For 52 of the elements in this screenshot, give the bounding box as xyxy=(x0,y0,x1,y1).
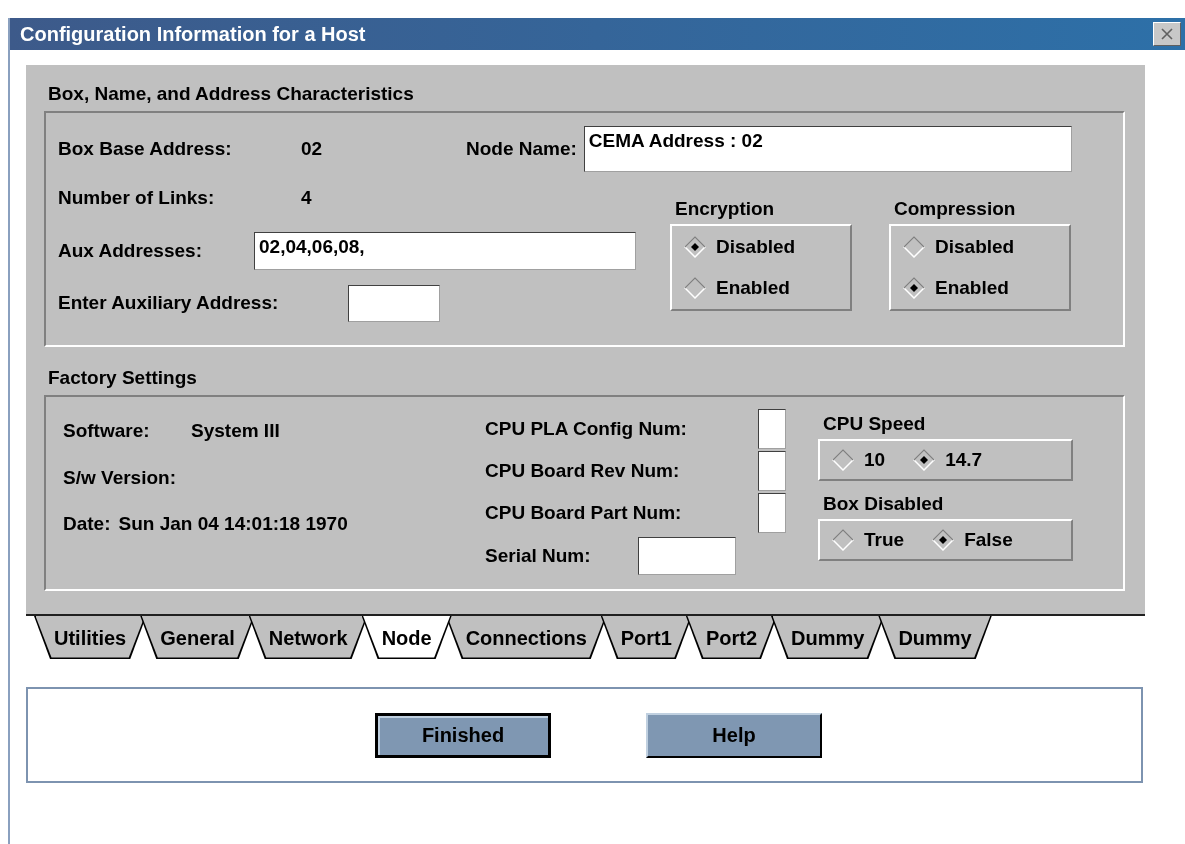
radio-button[interactable] xyxy=(903,235,925,258)
section-title: Factory Settings xyxy=(47,367,197,388)
radio-button[interactable] xyxy=(684,277,706,300)
field-label: Software: xyxy=(63,419,151,443)
radio-button[interactable] xyxy=(832,449,854,471)
radio-button[interactable] xyxy=(684,235,706,258)
radio-label: True xyxy=(864,527,905,552)
close-button[interactable] xyxy=(1153,22,1181,46)
field-value: System III xyxy=(191,419,280,443)
radio-button[interactable] xyxy=(903,277,925,300)
group-title: Encryption xyxy=(674,197,776,221)
serial-number-field[interactable] xyxy=(638,537,736,575)
number-field[interactable] xyxy=(758,409,786,449)
field-label: CPU Board Rev Num: xyxy=(485,458,681,483)
radio-label: 10 xyxy=(864,447,886,472)
field-value: 02 xyxy=(301,136,324,161)
radio-button[interactable] xyxy=(932,529,955,551)
field-label: Node Name: xyxy=(466,136,577,161)
radio-label: False xyxy=(964,527,1013,552)
radio-label: Enabled xyxy=(716,276,790,300)
auxiliary-address-field[interactable] xyxy=(348,285,440,322)
radio-label: 14.7 xyxy=(945,447,983,472)
number-field[interactable] xyxy=(758,493,786,533)
radio-button[interactable] xyxy=(832,529,854,551)
group-title: CPU Speed xyxy=(822,412,927,436)
group-title: Box Disabled xyxy=(822,492,945,516)
tab[interactable]: Node xyxy=(361,616,452,659)
field-label: Serial Num: xyxy=(485,543,592,568)
field-label: Number of Links: xyxy=(58,185,216,210)
radio-button[interactable] xyxy=(913,449,936,471)
radio-label: Disabled xyxy=(716,234,796,259)
aux-addresses-field[interactable]: 02,04,06,08, xyxy=(254,232,636,270)
tab[interactable]: Dummy xyxy=(878,616,992,659)
field-label: CPU PLA Config Num: xyxy=(485,416,688,441)
field-label: Date: xyxy=(63,512,111,536)
field-label: Box Base Address: xyxy=(58,136,233,161)
field-label: Aux Addresses: xyxy=(58,238,203,263)
section-title: Box, Name, and Address Characteristics xyxy=(47,83,414,104)
radio-label: Enabled xyxy=(935,276,1009,300)
window-title: Configuration Information for a Host xyxy=(20,22,366,47)
dialog-button[interactable]: Finished xyxy=(375,712,551,758)
field-value: 4 xyxy=(301,185,312,210)
radio-label: Disabled xyxy=(935,234,1015,259)
field-label: S/w Version: xyxy=(63,465,176,490)
field-value: Sun Jan 04 14:01:18 1970 xyxy=(118,512,348,536)
dialog-button[interactable]: Help xyxy=(646,712,822,758)
close-icon xyxy=(1160,27,1174,41)
field-label: Enter Auxiliary Address: xyxy=(58,291,280,316)
field-label: CPU Board Part Num: xyxy=(485,500,683,525)
node-name-field[interactable]: CEMA Address : 02 xyxy=(583,126,1072,172)
group-title: Compression xyxy=(893,197,1017,221)
number-field[interactable] xyxy=(758,451,786,491)
